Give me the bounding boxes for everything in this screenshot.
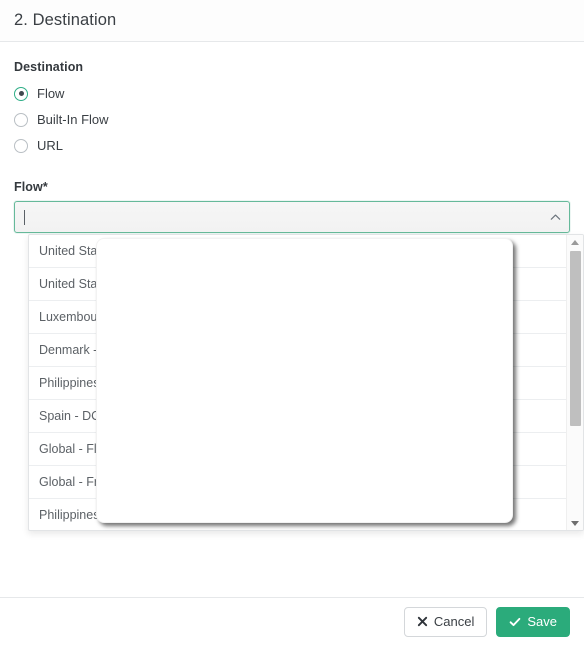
card-header: 2. Destination (0, 0, 584, 42)
radio-icon (14, 112, 28, 127)
destination-card: 2. Destination Destination Flow Built-In… (0, 0, 584, 645)
radio-label: URL (37, 138, 64, 153)
cancel-button[interactable]: Cancel (403, 606, 488, 637)
radio-option-url[interactable]: URL (14, 133, 570, 158)
chevron-up-icon[interactable] (550, 202, 561, 232)
card-body: Destination Flow Built-In Flow URL Flow* (0, 42, 584, 531)
save-button[interactable]: Save (496, 606, 570, 637)
dropdown-scrollbar[interactable] (566, 235, 583, 530)
destination-group-label: Destination (14, 60, 84, 74)
flow-field-label: Flow* (14, 180, 48, 194)
radio-option-flow[interactable]: Flow (14, 81, 570, 106)
radio-icon (14, 86, 28, 101)
radio-label: Flow (37, 86, 65, 101)
page-title: 2. Destination (14, 11, 117, 29)
radio-icon (14, 138, 28, 153)
card-footer: Cancel Save (0, 597, 584, 645)
scrollbar-thumb[interactable] (570, 251, 581, 426)
save-button-label: Save (527, 614, 557, 629)
flow-select-input[interactable] (14, 201, 570, 233)
flow-field-block: Flow* United States United States Luxemb… (14, 180, 584, 531)
destination-radio-group: Flow Built-In Flow URL (14, 81, 570, 158)
text-cursor (24, 209, 25, 225)
check-icon (509, 616, 521, 628)
caret-up-icon[interactable] (567, 235, 583, 249)
close-x-icon (417, 616, 428, 627)
radio-option-built-in-flow[interactable]: Built-In Flow (14, 107, 570, 132)
radio-label: Built-In Flow (37, 112, 109, 127)
caret-down-icon[interactable] (567, 516, 583, 530)
overlay-panel (96, 238, 513, 523)
cancel-button-label: Cancel (433, 614, 475, 629)
